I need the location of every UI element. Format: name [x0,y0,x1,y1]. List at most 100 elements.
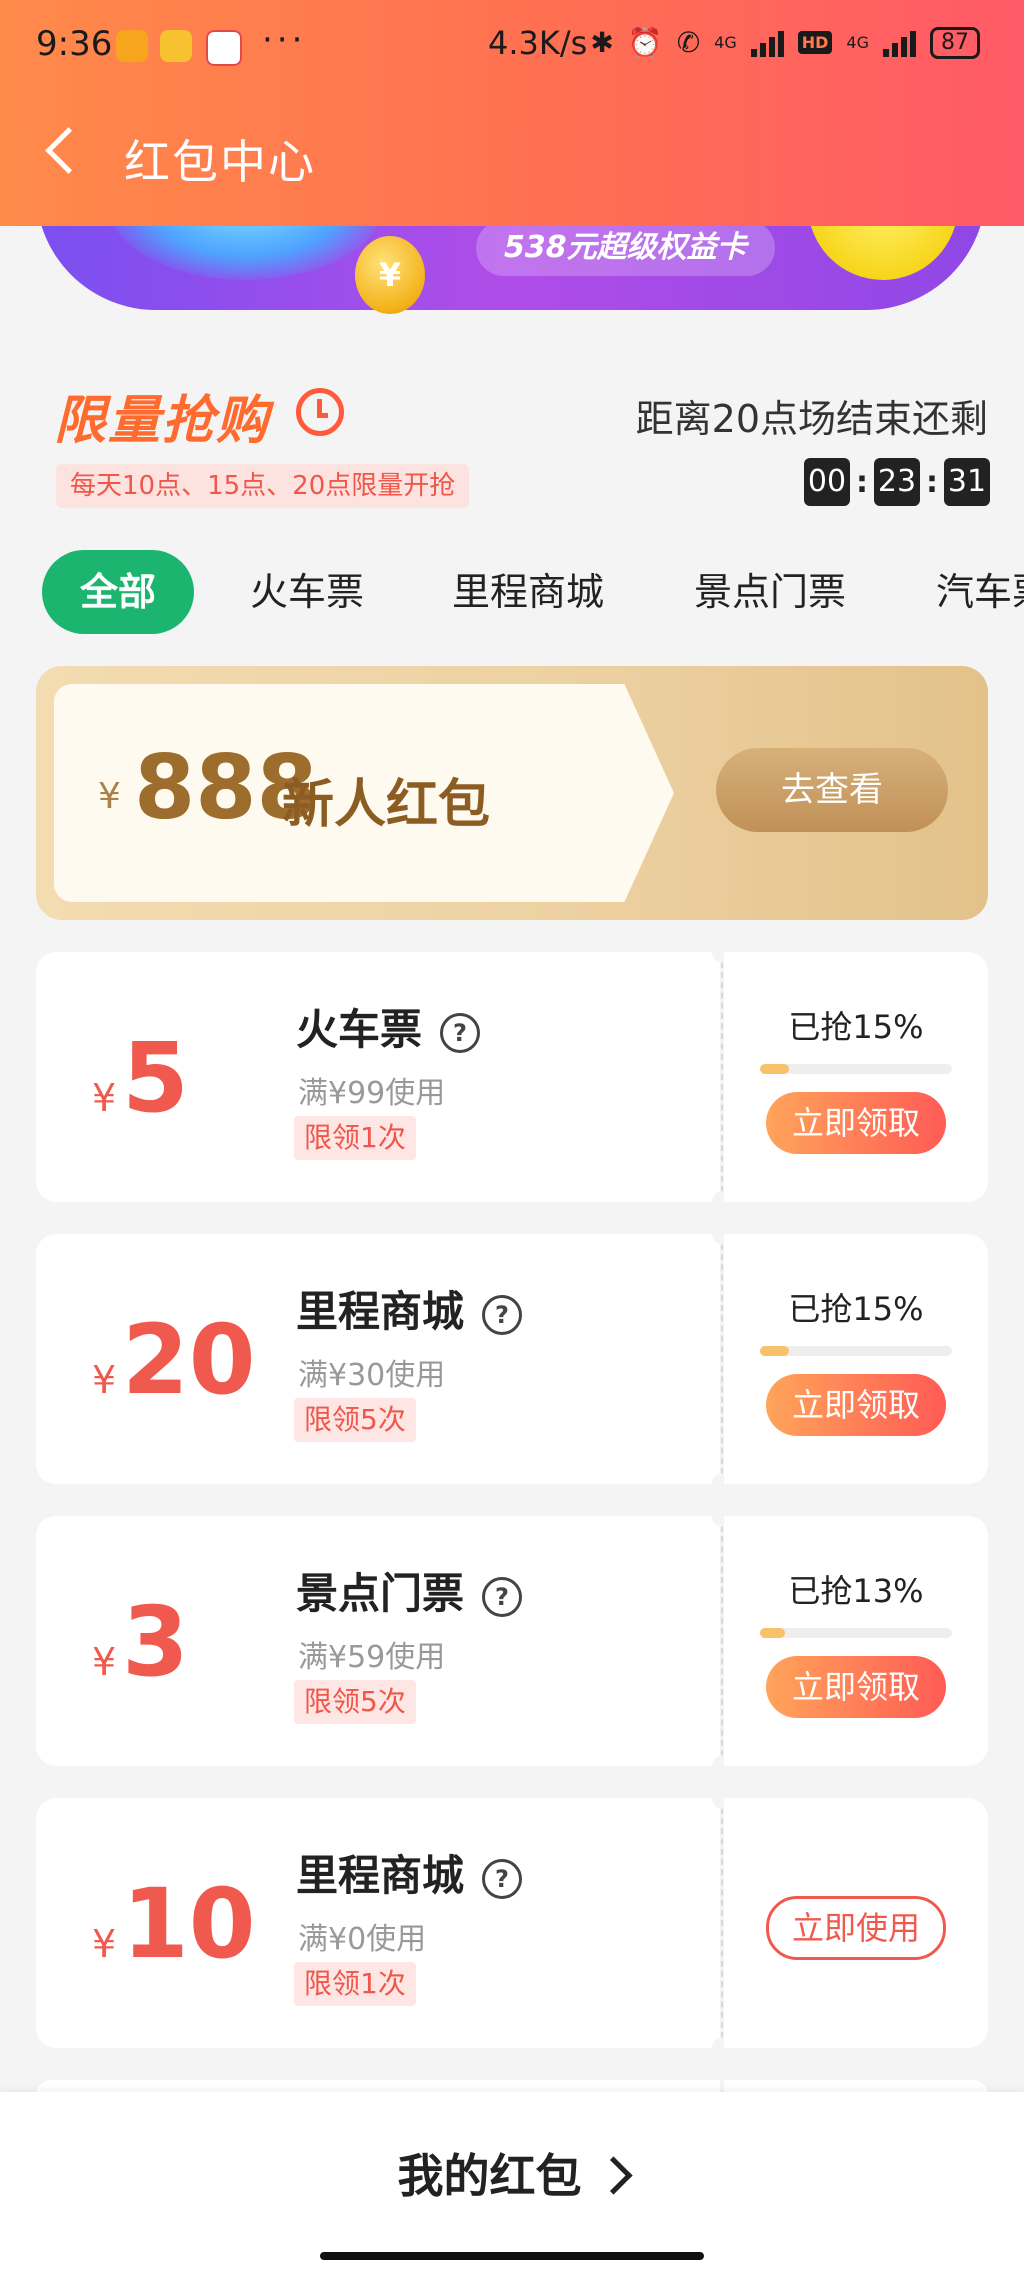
coupon-title: 火车票? [296,996,481,1057]
more-notifications-icon: ··· [262,20,307,60]
coupon-left-panel: ¥ 20 里程商城? 满¥30使用 限领5次 [36,1234,720,1484]
clock-icon [296,388,344,436]
nav-bar: 红包中心 [0,118,1024,198]
countdown-timer: 00 : 23 : 31 [804,458,990,506]
alarm-icon: ⏰ [627,26,663,59]
coupon-yen: ¥ [92,1922,117,1966]
status-time: 9:36 [36,24,113,64]
countdown-separator: : [926,464,938,500]
network-type-2: 4G [846,33,869,52]
bottom-bar: 我的红包 [0,2092,1024,2276]
coupon-card: ¥ 5 火车票? 满¥99使用 限领1次 已抢15% 立即领取 [36,941,988,1213]
flash-sale-title: 限量抢购 [54,391,271,451]
coupon-yen: ¥ [92,1076,117,1120]
tab-attraction-tickets[interactable]: 景点门票 [694,550,846,634]
countdown-separator: : [856,464,868,500]
coupon-progress-fill [760,1628,785,1638]
my-red-packets-link[interactable]: 我的红包 [0,2140,1024,2206]
help-icon[interactable]: ? [440,1012,481,1053]
coupon-card: ¥ 3 景点门票? 满¥59使用 限领5次 已抢13% 立即领取 [36,1505,988,1777]
signal-icon-2 [883,29,916,57]
battery-icon: 87 [930,26,980,59]
status-icons: ✱ ⏰ ✆ 4G HD 4G 87 [590,26,980,59]
network-type-1: 4G [714,33,737,52]
coupon-title: 里程商城? [296,1278,523,1339]
header: 9:36 ··· 4.3K/s ✱ ⏰ ✆ 4G HD 4G 87 红包中心 [0,0,1024,226]
coupon-title-text: 火车票 [296,1005,423,1054]
coupon-condition: 满¥99使用 [298,1076,446,1111]
coupon-right-panel: 已抢15% 立即领取 [724,952,988,1202]
chat-notification-icon [160,30,192,62]
coupon-title-text: 景点门票 [296,1569,465,1618]
home-indicator[interactable] [320,2252,704,2260]
page-title: 红包中心 [124,135,316,189]
coupon-left-panel: ¥ 5 火车票? 满¥99使用 限领1次 [36,952,720,1202]
coupon-claimed-text: 已抢15% [788,1008,924,1046]
coupon-right-panel: 已抢15% 立即领取 [724,1234,988,1484]
chevron-right-icon [593,2156,633,2195]
coupon-divider [721,1808,723,2038]
countdown-hours: 00 [804,458,850,506]
coupon-claimed-text: 已抢15% [788,1290,924,1328]
bluetooth-icon: ✱ [590,26,614,59]
status-bar: 9:36 ··· 4.3K/s ✱ ⏰ ✆ 4G HD 4G 87 [0,20,1024,76]
coupon-limit-badge: 限领1次 [294,1116,416,1160]
flash-sale-subtitle: 每天10点、15点、20点限量开抢 [56,464,470,508]
category-tabs: 全部 火车票 里程商城 景点门票 汽车票 [0,550,1024,642]
signal-icon-1 [750,29,784,57]
coupon-condition: 满¥59使用 [298,1640,446,1675]
view-new-user-button[interactable]: 去查看 [716,748,948,832]
countdown-label: 距离20点场结束还剩 [635,397,988,441]
claim-coupon-button[interactable]: 立即领取 [766,1656,946,1718]
coupon-progress-bar [760,1346,952,1356]
coupon-right-panel: 已抢13% 立即领取 [724,1516,988,1766]
network-speed: 4.3K/s [488,24,588,62]
coupon-left-panel: ¥ 10 里程商城? 满¥0使用 限领1次 [36,1798,720,2048]
coupon-title: 里程商城? [296,1842,523,1903]
help-icon[interactable]: ? [482,1294,523,1335]
coupon-claimed-text: 已抢13% [788,1572,924,1610]
use-coupon-button[interactable]: 立即使用 [766,1896,946,1960]
coupon-title-text: 里程商城 [296,1287,465,1336]
call-icon: ✆ [676,26,701,59]
coupon-progress-bar [760,1064,952,1074]
coupon-limit-badge: 限领1次 [294,1962,416,2006]
coupon-yen: ¥ [92,1640,117,1684]
help-icon[interactable]: ? [482,1858,523,1899]
help-icon[interactable]: ? [482,1576,523,1617]
new-user-yen: ¥ [98,776,121,817]
coupon-divider [721,1526,723,1756]
countdown-seconds: 31 [944,458,990,506]
coupon-divider [721,962,723,1192]
coupon-amount: 20 [122,1304,256,1416]
hd-badge: HD [797,31,833,54]
my-red-packets-label: 我的红包 [397,2149,582,2203]
coupon-progress-fill [760,1346,789,1356]
tab-all[interactable]: 全部 [42,550,195,634]
new-user-label: 新人红包 [282,775,491,835]
coin-icon: ¥ [355,236,425,314]
coupon-amount: 10 [122,1868,256,1980]
coupon-card: ¥ 10 里程商城? 满¥0使用 限领1次 立即使用 [36,1787,988,2059]
banner-pill: 538元超级权益卡 [476,220,775,276]
coupon-card: ¥ 20 里程商城? 满¥30使用 限领5次 已抢15% 立即领取 [36,1223,988,1495]
tab-bus-tickets[interactable]: 汽车票 [936,550,1024,634]
new-user-red-packet-card[interactable]: ¥ 888 新人红包 去查看 [36,666,988,920]
coupon-yen: ¥ [92,1358,117,1402]
back-icon[interactable] [45,127,92,174]
coupon-title-text: 里程商城 [296,1851,465,1900]
tab-train-tickets[interactable]: 火车票 [250,550,364,634]
coupon-progress-fill [760,1064,789,1074]
coupon-limit-badge: 限领5次 [294,1398,416,1442]
tab-mileage-mall[interactable]: 里程商城 [452,550,604,634]
claim-coupon-button[interactable]: 立即领取 [766,1374,946,1436]
app-notification-icon [116,30,148,62]
coupon-progress-bar [760,1628,952,1638]
coupon-left-panel: ¥ 3 景点门票? 满¥59使用 限领5次 [36,1516,720,1766]
coupon-condition: 满¥0使用 [298,1922,427,1957]
coupon-condition: 满¥30使用 [298,1358,446,1393]
claim-coupon-button[interactable]: 立即领取 [766,1092,946,1154]
map-notification-icon [206,30,242,66]
countdown-minutes: 23 [874,458,920,506]
coupon-right-panel: 立即使用 [724,1798,988,2048]
